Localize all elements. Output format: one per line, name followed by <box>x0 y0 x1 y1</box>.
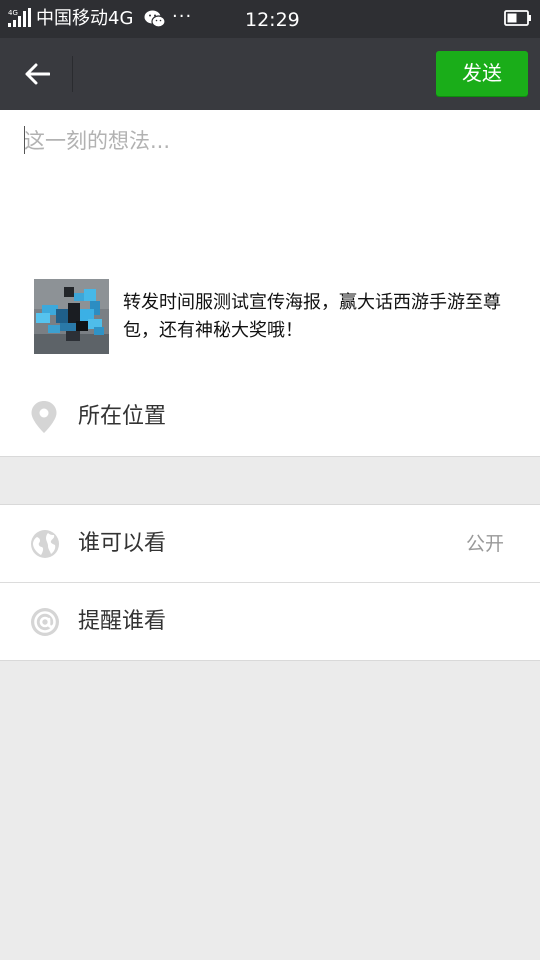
back-button[interactable] <box>14 52 60 96</box>
location-pin-icon <box>31 401 57 433</box>
group-bottom-divider <box>0 660 540 661</box>
section-divider <box>0 456 540 457</box>
wechat-icon <box>144 10 166 28</box>
arrow-left-icon <box>25 63 50 85</box>
share-thumbnail <box>34 279 109 354</box>
mention-row[interactable]: 提醒谁看 <box>0 583 540 660</box>
title-bar: 发送 <box>0 38 540 110</box>
location-row[interactable]: 所在位置 <box>0 372 540 456</box>
carrier-label: 中国移动4G <box>36 8 134 29</box>
location-label: 所在位置 <box>78 404 167 429</box>
clock: 12:29 <box>245 9 300 31</box>
send-button[interactable]: 发送 <box>436 51 528 96</box>
visibility-row[interactable]: 谁可以看 公开 <box>0 505 540 583</box>
post-settings-group: 谁可以看 公开 提醒谁看 <box>0 504 540 660</box>
post-composer: 转发时间服测试宣传海报，赢大话西游手游至尊包，还有神秘大奖哦！ 所在位置 <box>0 110 540 456</box>
network-badge: 4G <box>8 9 18 17</box>
share-card-text: 转发时间服测试宣传海报，赢大话西游手游至尊包，还有神秘大奖哦！ <box>123 292 501 341</box>
at-sign-icon <box>31 608 59 636</box>
mention-label: 提醒谁看 <box>78 609 167 634</box>
thought-input[interactable] <box>24 124 524 158</box>
visibility-value: 公开 <box>465 533 504 555</box>
thumbnail-image <box>34 279 109 354</box>
title-divider <box>72 56 73 92</box>
battery-icon <box>504 10 531 26</box>
globe-icon <box>31 530 59 558</box>
visibility-label: 谁可以看 <box>78 531 167 556</box>
signal-icon: 4G <box>8 8 31 27</box>
more-notifications-icon: ··· <box>172 6 193 27</box>
status-bar: 4G 中国移动4G ··· 12:29 <box>0 0 540 38</box>
